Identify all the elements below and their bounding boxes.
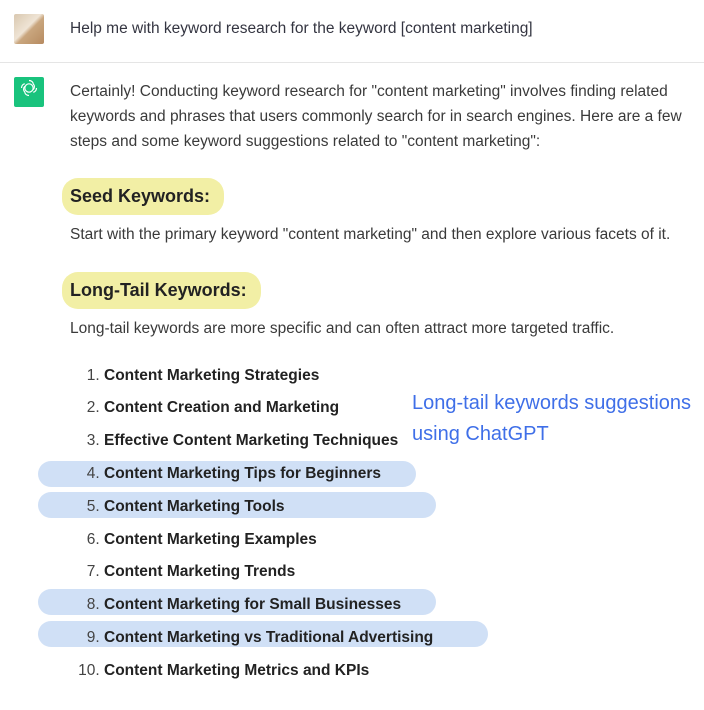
list-item-text: Content Marketing vs Traditional Adverti… [104, 629, 433, 646]
openai-logo-icon [19, 78, 39, 107]
longtail-keywords-heading: Long-Tail Keywords: [62, 272, 261, 309]
user-avatar [14, 14, 44, 44]
assistant-avatar [14, 77, 44, 107]
list-item: Content Marketing for Small Businesses [104, 593, 686, 618]
assistant-message: Certainly! Conducting keyword research f… [0, 63, 704, 710]
user-prompt-text: Help me with keyword research for the ke… [70, 17, 686, 42]
list-item: Content Marketing Examples [104, 528, 686, 553]
seed-keywords-body: Start with the primary keyword "content … [70, 223, 686, 248]
list-item-text: Effective Content Marketing Techniques [104, 432, 398, 449]
list-item: Content Marketing vs Traditional Adverti… [104, 626, 686, 651]
user-content: Help me with keyword research for the ke… [70, 14, 686, 42]
seed-keywords-heading: Seed Keywords: [62, 178, 224, 215]
list-item: Content Marketing Metrics and KPIs [104, 659, 686, 684]
list-item-text: Content Marketing Tips for Beginners [104, 465, 381, 482]
list-item: Content Marketing Trends [104, 560, 686, 585]
list-item-text: Content Marketing for Small Businesses [104, 596, 401, 613]
list-item: Content Marketing Strategies [104, 364, 686, 389]
list-item-text: Content Marketing Examples [104, 531, 317, 548]
list-item-text: Content Marketing Tools [104, 498, 285, 515]
list-item: Content Marketing Tips for Beginners [104, 462, 686, 487]
list-item-text: Content Marketing Metrics and KPIs [104, 662, 369, 679]
assistant-content: Certainly! Conducting keyword research f… [70, 77, 686, 692]
list-item-text: Content Marketing Trends [104, 563, 295, 580]
list-item-text: Content Marketing Strategies [104, 367, 319, 384]
assistant-intro: Certainly! Conducting keyword research f… [70, 80, 686, 154]
longtail-keywords-body: Long-tail keywords are more specific and… [70, 317, 686, 342]
list-item: Content Marketing Tools [104, 495, 686, 520]
annotation-callout: Long-tail keywords suggestions using Cha… [412, 388, 692, 450]
user-message: Help me with keyword research for the ke… [0, 0, 704, 63]
list-item-text: Content Creation and Marketing [104, 399, 339, 416]
